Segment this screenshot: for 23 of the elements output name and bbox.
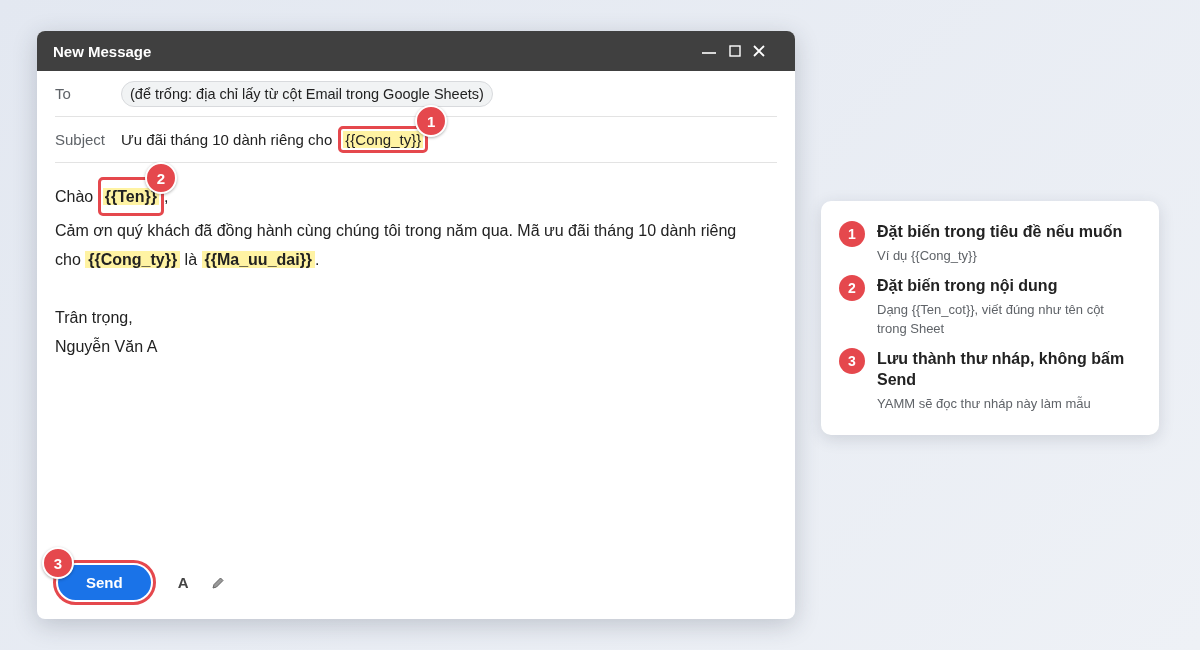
maximize-icon[interactable] — [729, 45, 741, 57]
subject-label: Subject — [55, 131, 107, 148]
subject-text: Ưu đãi tháng 10 dành riêng cho — [121, 131, 333, 148]
step-note: Dạng {{Ten_cot}}, viết đúng như tên cột trong Sheet — [877, 301, 1105, 338]
step-note: Ví dụ {{Cong_ty}} — [877, 247, 978, 265]
body-text: Trân trọng, — [55, 309, 133, 326]
step-badge: 3 — [42, 547, 74, 579]
step-badge: 1 — [839, 221, 865, 247]
window-title: New Message — [53, 42, 152, 60]
formatting-button[interactable]: A — [177, 574, 189, 591]
step-note: YAMM sẽ đọc thư nháp này làm mẫu — [877, 395, 1092, 413]
recipient-chip: (để trống: địa chỉ lấy từ cột Email trong Google Sheets) — [121, 80, 493, 107]
body-text: Chào — [55, 188, 95, 205]
to-label: To — [55, 85, 72, 102]
step-title: Lưu thành thư nháp, không bấm Send — [877, 349, 1126, 390]
step-title: Đặt biến trong nội dung — [877, 276, 1059, 296]
step-badge: 3 — [839, 348, 865, 374]
body-text: Nguyễn Văn A — [55, 338, 158, 355]
close-icon[interactable] — [753, 45, 765, 57]
step-badge: 2 — [839, 275, 865, 301]
body-paragraph: Cảm ơn quý khách đã đồng hành cùng chúng tôi trong năm qua. Mã ưu đãi tháng 10 dành riêng cho {{Cong_ty}} là {{Ma_uu_dai}}. — [55, 221, 738, 270]
pencil-icon[interactable] — [210, 575, 225, 590]
step-title: Đặt biến trong tiêu đề nếu muốn — [877, 222, 1123, 242]
